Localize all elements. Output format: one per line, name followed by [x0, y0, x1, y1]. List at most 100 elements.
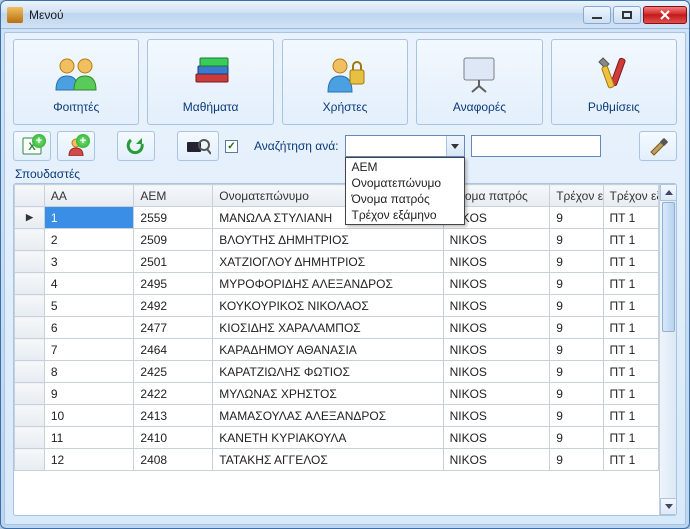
search-input[interactable] — [471, 135, 601, 157]
cell-aa[interactable]: 11 — [44, 427, 134, 449]
search-checkbox[interactable]: ✓ — [225, 140, 238, 153]
cell-name[interactable]: ΚΑΡΑΔΗΜΟΥ ΑΘΑΝΑΣΙΑ — [213, 339, 443, 361]
add-student-button[interactable]: + — [57, 131, 95, 161]
cell-father[interactable]: NIKOS — [443, 449, 550, 471]
cell-name[interactable]: ΚΑΝΕΤΗ ΚΥΡΙΑΚΟΥΛΑ — [213, 427, 443, 449]
cell-tsem[interactable]: ΠΤ 1 — [603, 449, 659, 471]
row-header[interactable] — [15, 449, 45, 471]
row-header[interactable] — [15, 295, 45, 317]
cell-name[interactable]: ΜΥΡΟΦΟΡΙΔΗΣ ΑΛΕΞΑΝΔΡΟΣ — [213, 273, 443, 295]
refresh-button[interactable] — [117, 131, 155, 161]
courses-button[interactable]: Μαθήματα — [147, 39, 273, 125]
search-button[interactable] — [177, 131, 219, 161]
row-header[interactable] — [15, 229, 45, 251]
cell-father[interactable]: NIKOS — [443, 273, 550, 295]
cell-father[interactable]: NIKOS — [443, 229, 550, 251]
scroll-up-button[interactable] — [660, 184, 677, 201]
cell-sem[interactable]: 9 — [550, 383, 603, 405]
students-button[interactable]: Φοιτητές — [13, 39, 139, 125]
cell-sem[interactable]: 9 — [550, 251, 603, 273]
cell-aem[interactable]: 2410 — [134, 427, 213, 449]
combo-option[interactable]: Όνομα πατρός — [346, 191, 464, 207]
table-row[interactable]: 62477ΚΙΟΣΙΔΗΣ ΧΑΡΑΛΑΜΠΟΣNIKOS9ΠΤ 1 — [15, 317, 659, 339]
cell-father[interactable]: NIKOS — [443, 427, 550, 449]
close-button[interactable] — [643, 6, 687, 24]
cell-tsem[interactable]: ΠΤ 1 — [603, 207, 659, 229]
search-field-combo[interactable]: AEM Ονοματεπώνυμο Όνομα πατρός Τρέχον εξ… — [345, 135, 465, 157]
cell-aa[interactable]: 12 — [44, 449, 134, 471]
cell-sem[interactable]: 9 — [550, 427, 603, 449]
row-header[interactable] — [15, 251, 45, 273]
cell-aem[interactable]: 2559 — [134, 207, 213, 229]
cell-aa[interactable]: 5 — [44, 295, 134, 317]
cell-name[interactable]: ΤΑΤΑΚΗΣ ΑΓΓΕΛΟΣ — [213, 449, 443, 471]
cell-sem[interactable]: 9 — [550, 405, 603, 427]
cell-name[interactable]: ΚΟΥΚΟΥΡΙΚΟΣ ΝΙΚΟΛΑΟΣ — [213, 295, 443, 317]
cell-aem[interactable]: 2492 — [134, 295, 213, 317]
col-aa[interactable]: AA — [44, 185, 134, 207]
row-header[interactable] — [15, 273, 45, 295]
reports-button[interactable]: Αναφορές — [416, 39, 542, 125]
cell-sem[interactable]: 9 — [550, 207, 603, 229]
cell-name[interactable]: ΚΑΡΑΤΖΙΩΛΗΣ ΦΩΤΙΟΣ — [213, 361, 443, 383]
cell-name[interactable]: ΜΥΛΩΝΑΣ ΧΡΗΣΤΟΣ — [213, 383, 443, 405]
cell-tsem[interactable]: ΠΤ 1 — [603, 295, 659, 317]
cell-aem[interactable]: 2408 — [134, 449, 213, 471]
cell-tsem[interactable]: ΠΤ 1 — [603, 229, 659, 251]
combo-option[interactable]: AEM — [346, 159, 464, 175]
cell-father[interactable]: NIKOS — [443, 405, 550, 427]
table-row[interactable]: 112410ΚΑΝΕΤΗ ΚΥΡΙΑΚΟΥΛΑNIKOS9ΠΤ 1 — [15, 427, 659, 449]
cell-sem[interactable]: 9 — [550, 339, 603, 361]
row-header[interactable] — [15, 383, 45, 405]
users-button[interactable]: Χρήστες — [282, 39, 408, 125]
table-row[interactable]: 42495ΜΥΡΟΦΟΡΙΔΗΣ ΑΛΕΞΑΝΔΡΟΣNIKOS9ΠΤ 1 — [15, 273, 659, 295]
table-row[interactable]: 92422ΜΥΛΩΝΑΣ ΧΡΗΣΤΟΣNIKOS9ΠΤ 1 — [15, 383, 659, 405]
cell-aa[interactable]: 8 — [44, 361, 134, 383]
cell-sem[interactable]: 9 — [550, 273, 603, 295]
clear-button[interactable] — [639, 131, 677, 161]
cell-sem[interactable]: 9 — [550, 229, 603, 251]
maximize-button[interactable] — [613, 6, 641, 24]
cell-sem[interactable]: 9 — [550, 449, 603, 471]
combo-option[interactable]: Ονοματεπώνυμο — [346, 175, 464, 191]
cell-tsem[interactable]: ΠΤ 1 — [603, 405, 659, 427]
cell-name[interactable]: ΧΑΤΖΙΟΓΛΟΥ ΔΗΜΗΤΡΙΟΣ — [213, 251, 443, 273]
row-header[interactable] — [15, 207, 45, 229]
row-header[interactable] — [15, 405, 45, 427]
cell-tsem[interactable]: ΠΤ 1 — [603, 317, 659, 339]
col-sem[interactable]: Τρέχον εξάμηνο — [550, 185, 603, 207]
export-excel-button[interactable]: X + — [13, 131, 51, 161]
cell-aa[interactable]: 2 — [44, 229, 134, 251]
table-row[interactable]: 122408ΤΑΤΑΚΗΣ ΑΓΓΕΛΟΣNIKOS9ΠΤ 1 — [15, 449, 659, 471]
table-row[interactable]: 102413ΜΑΜΑΣΟΥΛΑΣ ΑΛΕΞΑΝΔΡΟΣNIKOS9ΠΤ 1 — [15, 405, 659, 427]
cell-father[interactable]: NIKOS — [443, 295, 550, 317]
cell-aem[interactable]: 2425 — [134, 361, 213, 383]
table-row[interactable]: 12559ΜΑΝΩΛΑ ΣΤΥΛΙΑΝΗNIKOS9ΠΤ 1 — [15, 207, 659, 229]
row-header[interactable] — [15, 361, 45, 383]
cell-father[interactable]: NIKOS — [443, 251, 550, 273]
cell-aa[interactable]: 10 — [44, 405, 134, 427]
table-row[interactable]: 72464ΚΑΡΑΔΗΜΟΥ ΑΘΑΝΑΣΙΑNIKOS9ΠΤ 1 — [15, 339, 659, 361]
cell-sem[interactable]: 9 — [550, 317, 603, 339]
table-row[interactable]: 82425ΚΑΡΑΤΖΙΩΛΗΣ ΦΩΤΙΟΣNIKOS9ΠΤ 1 — [15, 361, 659, 383]
settings-button[interactable]: Ρυθμίσεις — [551, 39, 677, 125]
table-row[interactable]: 52492ΚΟΥΚΟΥΡΙΚΟΣ ΝΙΚΟΛΑΟΣNIKOS9ΠΤ 1 — [15, 295, 659, 317]
cell-aa[interactable]: 4 — [44, 273, 134, 295]
cell-aa[interactable]: 1 — [44, 207, 134, 229]
cell-name[interactable]: ΒΛΟΥΤΗΣ ΔΗΜΗΤΡΙΟΣ — [213, 229, 443, 251]
table-row[interactable]: 22509ΒΛΟΥΤΗΣ ΔΗΜΗΤΡΙΟΣNIKOS9ΠΤ 1 — [15, 229, 659, 251]
cell-aem[interactable]: 2422 — [134, 383, 213, 405]
cell-sem[interactable]: 9 — [550, 295, 603, 317]
cell-aem[interactable]: 2509 — [134, 229, 213, 251]
col-aem[interactable]: AEM — [134, 185, 213, 207]
cell-name[interactable]: ΜΑΜΑΣΟΥΛΑΣ ΑΛΕΞΑΝΔΡΟΣ — [213, 405, 443, 427]
cell-aem[interactable]: 2464 — [134, 339, 213, 361]
cell-father[interactable]: NIKOS — [443, 361, 550, 383]
minimize-button[interactable] — [583, 6, 611, 24]
cell-aa[interactable]: 3 — [44, 251, 134, 273]
cell-aa[interactable]: 6 — [44, 317, 134, 339]
combo-option[interactable]: Τρέχον εξάμηνο — [346, 207, 464, 223]
cell-aa[interactable]: 9 — [44, 383, 134, 405]
cell-aem[interactable]: 2495 — [134, 273, 213, 295]
row-header[interactable] — [15, 427, 45, 449]
